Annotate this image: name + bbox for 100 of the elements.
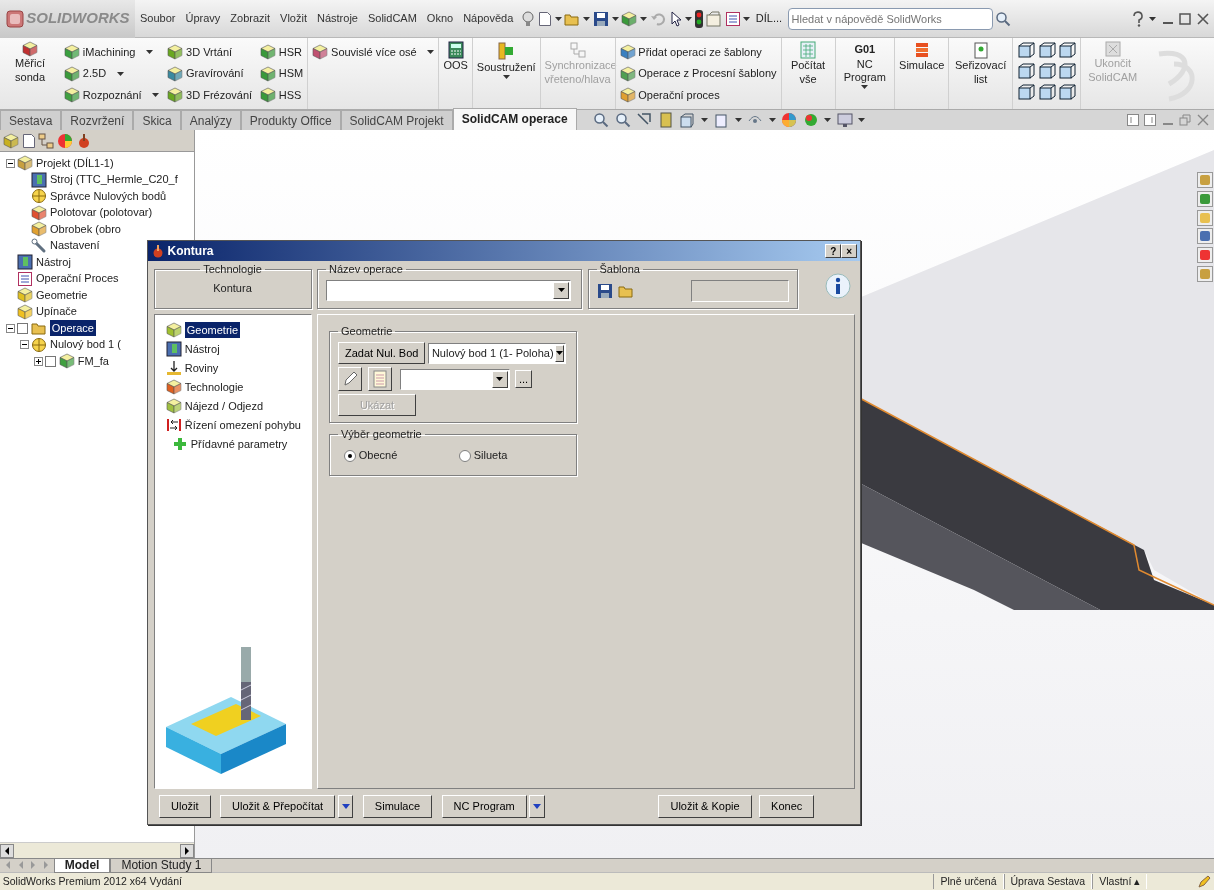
set-zero-point-button[interactable]: Zadat Nul. Bod bbox=[338, 341, 426, 365]
command-tab[interactable]: Produkty Office bbox=[240, 110, 341, 130]
ribbon-button[interactable]: Rozpoznání bbox=[82, 86, 142, 104]
cursor-icon[interactable] bbox=[668, 10, 683, 27]
ribbon-button[interactable]: Měřicí sonda bbox=[4, 57, 57, 85]
view-cube-icon[interactable] bbox=[1058, 82, 1077, 101]
menu-item[interactable]: Nápověda bbox=[458, 10, 519, 27]
nav-item[interactable]: Roviny bbox=[184, 359, 219, 377]
ribbon-button[interactable]: 3D Frézování bbox=[186, 86, 253, 104]
radio-option[interactable]: Silueta bbox=[453, 447, 568, 464]
ribbon-button[interactable]: Souvislé více osé bbox=[331, 43, 417, 61]
sheet-tab[interactable]: Model bbox=[53, 859, 111, 873]
caret-icon[interactable] bbox=[824, 118, 832, 122]
zoom-area-icon[interactable] bbox=[614, 112, 631, 128]
view-cube-icon[interactable] bbox=[1016, 82, 1035, 101]
command-tab[interactable]: Sestava bbox=[0, 110, 62, 130]
caret-icon[interactable] bbox=[685, 16, 693, 21]
expand-icon[interactable] bbox=[33, 356, 43, 366]
dropdown-button[interactable] bbox=[554, 344, 565, 362]
document-icon[interactable] bbox=[21, 132, 36, 149]
caret-icon[interactable] bbox=[734, 118, 742, 122]
browse-button[interactable]: ... bbox=[515, 369, 532, 389]
radio-option[interactable]: Obecné bbox=[338, 447, 453, 464]
geometry-combobox[interactable] bbox=[399, 368, 510, 390]
view-cube-icon[interactable] bbox=[1058, 41, 1077, 59]
dialog-button[interactable]: Simulace bbox=[362, 795, 433, 818]
caret-icon[interactable] bbox=[611, 16, 619, 21]
operation-name-combobox[interactable] bbox=[326, 279, 571, 301]
pencil-button[interactable] bbox=[338, 367, 362, 391]
dialog-button[interactable]: Uložit bbox=[159, 795, 211, 818]
tree-item[interactable]: Správce Nulových bodů bbox=[50, 187, 167, 205]
menu-item[interactable]: SolidCAM bbox=[362, 10, 422, 27]
tile-left-icon[interactable] bbox=[1126, 114, 1139, 126]
appearance-icon[interactable] bbox=[781, 112, 798, 128]
ribbon-button[interactable]: Soustružení bbox=[476, 61, 536, 75]
tree-item[interactable]: Operační Proces bbox=[36, 270, 119, 287]
checkbox[interactable] bbox=[17, 322, 29, 334]
view-cube-icon[interactable] bbox=[1016, 41, 1035, 59]
command-tab[interactable]: SolidCAM operace bbox=[452, 108, 577, 130]
ribbon-button[interactable]: NC Program bbox=[839, 57, 891, 85]
view-cube-icon[interactable] bbox=[1037, 41, 1056, 59]
info-icon[interactable] bbox=[823, 271, 853, 302]
nav-item[interactable]: Technologie bbox=[184, 378, 244, 396]
tree-item[interactable]: Operace bbox=[49, 319, 96, 337]
view-cube-icon[interactable] bbox=[1037, 61, 1056, 80]
close-icon[interactable] bbox=[1196, 12, 1209, 25]
command-tab[interactable]: Analýzy bbox=[180, 110, 241, 130]
box-icon[interactable] bbox=[621, 10, 638, 27]
sheet-tab[interactable]: Motion Study 1 bbox=[110, 859, 213, 873]
view-orientation-icon[interactable] bbox=[679, 112, 696, 128]
dialog-button[interactable]: Konec bbox=[759, 795, 815, 818]
collapse-icon[interactable] bbox=[5, 158, 15, 168]
help-icon[interactable] bbox=[1131, 10, 1144, 27]
caret-icon[interactable] bbox=[858, 118, 866, 122]
status-panel[interactable]: Vlastní ▴ bbox=[1092, 873, 1148, 890]
ribbon-button[interactable]: Gravírování bbox=[186, 65, 244, 82]
ribbon-button[interactable]: Operace z Procesní šablony bbox=[638, 65, 777, 82]
tree-item[interactable]: Stroj (TTC_Hermle_C20_f bbox=[50, 171, 178, 188]
zoom-icon[interactable] bbox=[593, 112, 610, 128]
dropdown-button[interactable] bbox=[491, 370, 508, 388]
help-button[interactable]: ? bbox=[825, 244, 842, 258]
tree-icon[interactable] bbox=[38, 132, 55, 149]
ribbon-button[interactable]: Simulace bbox=[899, 59, 945, 73]
ribbon-button[interactable]: OOS bbox=[443, 59, 468, 73]
save-icon[interactable] bbox=[596, 282, 613, 299]
dropdown-button[interactable] bbox=[337, 795, 354, 818]
nav-item[interactable]: Řízení omezení pohybu bbox=[184, 416, 301, 434]
tree-item[interactable]: Geometrie bbox=[36, 286, 88, 304]
view-cube-icon[interactable] bbox=[1058, 61, 1077, 80]
nav-item[interactable]: Přídavné parametry bbox=[190, 435, 288, 453]
menu-item[interactable]: Nástroje bbox=[312, 10, 363, 27]
dialog-button[interactable]: NC Program bbox=[441, 795, 527, 818]
tree-item[interactable]: Obrobek (obro bbox=[50, 220, 121, 238]
menu-item[interactable]: Zobrazit bbox=[225, 10, 276, 27]
tree-item[interactable]: Polotovar (polotovar) bbox=[50, 204, 153, 221]
dialog-button[interactable]: Uložit & Přepočítat bbox=[220, 795, 336, 818]
ribbon-button[interactable]: iMachining bbox=[82, 43, 136, 61]
close-button[interactable]: × bbox=[841, 244, 858, 258]
tree-item[interactable]: FM_fa bbox=[77, 352, 109, 370]
nav-item[interactable]: Nájezd / Odjezd bbox=[184, 397, 263, 415]
nav-item[interactable]: Geometrie bbox=[184, 321, 241, 339]
menu-item[interactable]: Vložit bbox=[275, 10, 312, 27]
document-icon[interactable] bbox=[537, 10, 552, 27]
view-cube-icon[interactable] bbox=[1037, 82, 1056, 101]
caret-icon[interactable] bbox=[743, 16, 751, 21]
ribbon-button[interactable]: Operační proces bbox=[638, 86, 720, 104]
light-bulb-icon[interactable] bbox=[521, 10, 536, 27]
caret-icon[interactable] bbox=[768, 118, 776, 122]
list-button[interactable] bbox=[367, 367, 392, 391]
menu-item[interactable]: Soubor bbox=[135, 10, 181, 27]
command-tab[interactable]: Rozvržení bbox=[61, 110, 134, 130]
ribbon-button[interactable]: HSR bbox=[278, 43, 303, 61]
menu-item[interactable]: Okno bbox=[421, 10, 459, 27]
command-tab[interactable]: Skica bbox=[133, 110, 181, 130]
checkbox[interactable] bbox=[45, 355, 57, 367]
tree-item[interactable]: Projekt (DÍL1-1) bbox=[36, 154, 114, 172]
collapse-icon[interactable] bbox=[5, 323, 15, 333]
monitor-icon[interactable] bbox=[836, 112, 853, 128]
nav-item[interactable]: Nástroj bbox=[184, 340, 220, 358]
tile-right-icon[interactable] bbox=[1144, 114, 1156, 126]
